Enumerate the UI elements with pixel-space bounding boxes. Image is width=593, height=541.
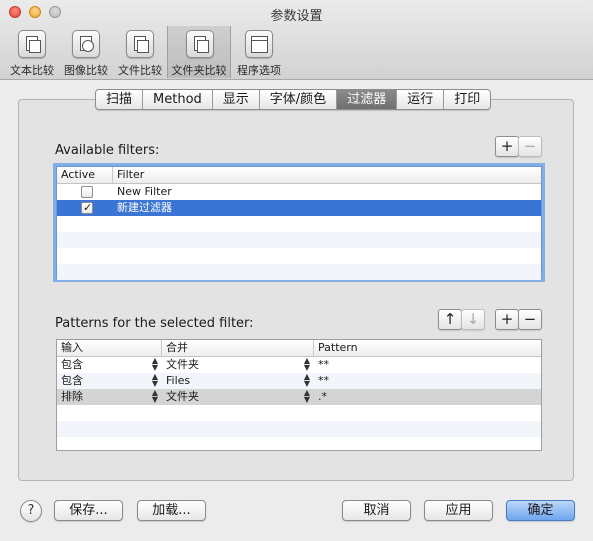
pattern-field[interactable]: ** bbox=[314, 373, 541, 389]
pattern-field[interactable]: ** bbox=[314, 357, 541, 373]
window-title: 参数设置 bbox=[270, 9, 323, 24]
move-down-button[interactable]: ↓ bbox=[461, 309, 485, 330]
cancel-button[interactable]: 取消 bbox=[342, 500, 411, 521]
patterns-label: Patterns for the selected filter: bbox=[55, 316, 254, 331]
remove-filter-button[interactable]: − bbox=[518, 136, 542, 157]
app-options-icon bbox=[245, 30, 273, 58]
filter-row[interactable]: New Filter bbox=[57, 184, 541, 200]
add-filter-button[interactable]: + bbox=[495, 136, 519, 157]
merge-select[interactable]: 文件夹 ▲ ▼ bbox=[162, 357, 314, 373]
folder-compare-icon bbox=[186, 30, 214, 58]
empty-row bbox=[57, 437, 541, 453]
title-toolbar: 参数设置 文本比较 图像比较 文件比较 文件夹比较 程序选项 bbox=[0, 0, 593, 80]
patterns-table-header: 输入 合并 Pattern bbox=[57, 340, 541, 357]
tab-run[interactable]: 运行 bbox=[397, 90, 445, 109]
column-merge[interactable]: 合并 bbox=[162, 340, 314, 356]
column-input[interactable]: 输入 bbox=[57, 340, 162, 356]
tab-font-color[interactable]: 字体/颜色 bbox=[260, 90, 338, 109]
remove-pattern-button[interactable]: − bbox=[518, 309, 542, 330]
input-select[interactable]: 排除 ▲ ▼ bbox=[57, 389, 162, 405]
preferences-window: 参数设置 文本比较 图像比较 文件比较 文件夹比较 程序选项 扫描 Method… bbox=[0, 0, 593, 541]
add-pattern-button[interactable]: + bbox=[495, 309, 519, 330]
save-button[interactable]: 保存... bbox=[54, 500, 123, 521]
stepper-icon: ▲ ▼ bbox=[303, 388, 310, 404]
column-active[interactable]: Active bbox=[57, 167, 113, 183]
settings-tabs: 扫描 Method 显示 字体/颜色 过滤器 运行 打印 bbox=[95, 89, 492, 110]
toolbar-app-options[interactable]: 程序选项 bbox=[233, 26, 285, 78]
toolbar-text-compare[interactable]: 文本比较 bbox=[6, 26, 58, 78]
tab-print[interactable]: 打印 bbox=[444, 90, 490, 109]
tab-display[interactable]: 显示 bbox=[213, 90, 260, 109]
help-button[interactable]: ? bbox=[20, 500, 42, 522]
available-filters-label: Available filters: bbox=[55, 143, 160, 158]
empty-row bbox=[57, 248, 541, 264]
column-pattern[interactable]: Pattern bbox=[314, 340, 541, 356]
input-select[interactable]: 包含 ▲ ▼ bbox=[57, 373, 162, 389]
input-select[interactable]: 包含 ▲ ▼ bbox=[57, 357, 162, 373]
pattern-row[interactable]: 包含 ▲ ▼ 文件夹 ▲ ▼ ** bbox=[57, 357, 541, 373]
empty-row bbox=[57, 405, 541, 421]
filter-row[interactable]: 新建过滤器 bbox=[57, 200, 541, 216]
merge-select[interactable]: Files ▲ ▼ bbox=[162, 373, 314, 389]
empty-row bbox=[57, 232, 541, 248]
pattern-row[interactable]: 包含 ▲ ▼ Files ▲ ▼ ** bbox=[57, 373, 541, 389]
apply-button[interactable]: 应用 bbox=[424, 500, 493, 521]
move-up-button[interactable]: ↑ bbox=[438, 309, 462, 330]
stepper-icon: ▲ ▼ bbox=[303, 372, 310, 388]
filters-table[interactable]: Active Filter New Filter 新建过滤器 bbox=[56, 166, 542, 280]
load-button[interactable]: 加载... bbox=[137, 500, 206, 521]
filter-name: 新建过滤器 bbox=[117, 201, 172, 214]
pattern-row[interactable]: 排除 ▲ ▼ 文件夹 ▲ ▼ .* bbox=[57, 389, 541, 405]
merge-select[interactable]: 文件夹 ▲ ▼ bbox=[162, 389, 314, 405]
toolbar-folder-compare[interactable]: 文件夹比较 bbox=[167, 26, 231, 78]
toolbar-file-compare[interactable]: 文件比较 bbox=[114, 26, 166, 78]
pattern-field[interactable]: .* bbox=[314, 389, 541, 405]
ok-button[interactable]: 确定 bbox=[506, 500, 575, 521]
filters-table-header: Active Filter bbox=[57, 167, 541, 184]
stepper-icon: ▲ ▼ bbox=[151, 356, 158, 372]
image-compare-icon bbox=[72, 30, 100, 58]
toolbar-image-compare[interactable]: 图像比较 bbox=[60, 26, 112, 78]
filter-active-checkbox[interactable] bbox=[81, 200, 93, 216]
empty-row bbox=[57, 216, 541, 232]
column-filter[interactable]: Filter bbox=[113, 167, 541, 183]
stepper-icon: ▲ ▼ bbox=[151, 372, 158, 388]
tab-filters[interactable]: 过滤器 bbox=[337, 90, 398, 109]
empty-row bbox=[57, 264, 541, 280]
tab-method[interactable]: Method bbox=[143, 90, 213, 109]
file-compare-icon bbox=[126, 30, 154, 58]
empty-row bbox=[57, 421, 541, 437]
filter-name: New Filter bbox=[117, 185, 172, 198]
text-compare-icon bbox=[18, 30, 46, 58]
stepper-icon: ▲ ▼ bbox=[151, 388, 158, 404]
tab-scan[interactable]: 扫描 bbox=[96, 90, 144, 109]
filter-active-checkbox[interactable] bbox=[81, 186, 93, 198]
stepper-icon: ▲ ▼ bbox=[303, 356, 310, 372]
patterns-table[interactable]: 输入 合并 Pattern 包含 ▲ ▼ 文件夹 ▲ ▼ ** 包含 ▲ ▼ Files ▲ ▼… bbox=[56, 339, 542, 451]
